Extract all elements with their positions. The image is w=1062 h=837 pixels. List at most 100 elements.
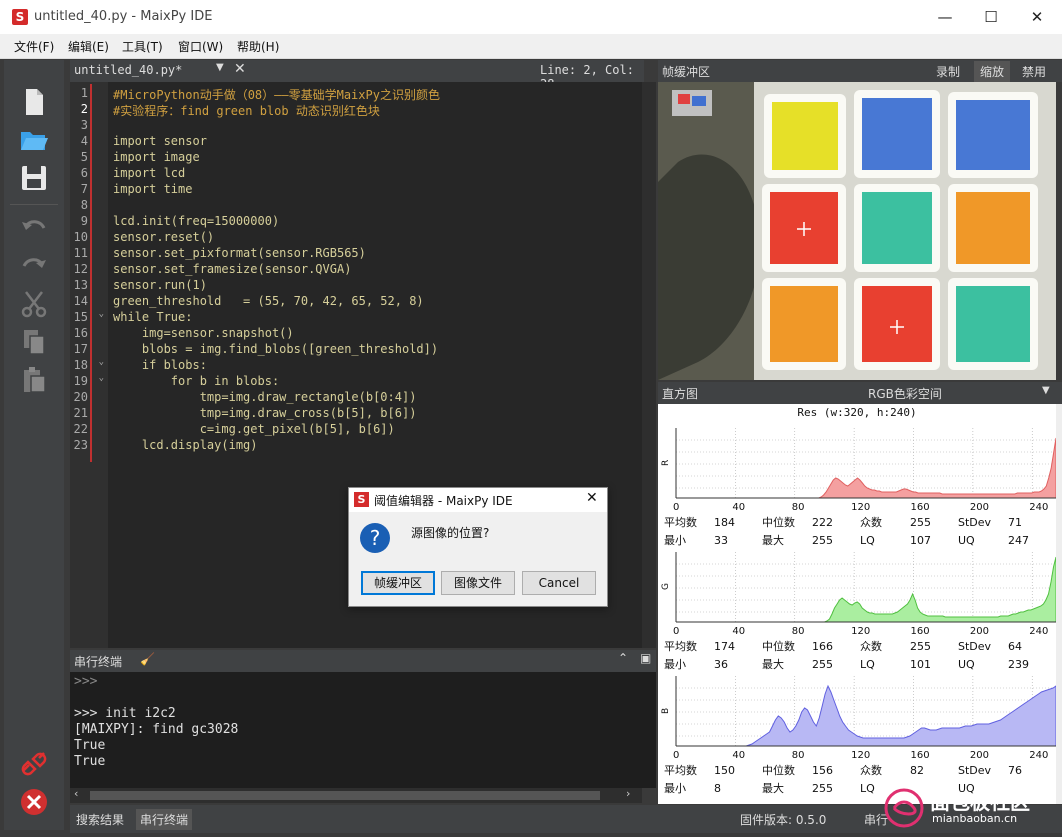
code-line: tmp=img.draw_cross(b[5], b[6]): [113, 406, 417, 420]
disable-button[interactable]: 禁用: [1022, 63, 1046, 80]
line-number: 23: [73, 438, 88, 452]
histogram-area-b: [676, 684, 1056, 747]
tab-serial-terminal[interactable]: 串行终端: [136, 809, 193, 830]
code-line: sensor.reset(): [113, 230, 215, 244]
clear-terminal-icon[interactable]: 🧹: [140, 652, 155, 666]
code-line: #实验程序：find green blob 动态识别红色块: [113, 104, 380, 118]
x-tick-label: 0: [673, 626, 679, 637]
fold-icon[interactable]: ⌄: [94, 309, 104, 319]
menu-window[interactable]: 窗口(W): [178, 38, 223, 55]
line-number: 21: [73, 406, 88, 420]
line-number: 13: [73, 278, 88, 292]
menu-file[interactable]: 文件(F): [14, 38, 54, 55]
undo-icon[interactable]: [18, 212, 50, 244]
stat-label-mode: 众数: [860, 764, 882, 777]
editor-scrollbar[interactable]: [642, 82, 656, 648]
fold-icon[interactable]: ⌄: [94, 373, 104, 383]
paste-icon[interactable]: [18, 364, 50, 396]
histogram-area-r: [676, 437, 1056, 499]
stat-label-median: 中位数: [762, 639, 795, 653]
tab-close-icon[interactable]: ✕: [234, 61, 246, 77]
serial-hscrollbar[interactable]: ‹ ›: [70, 787, 642, 803]
cancel-button[interactable]: Cancel: [522, 571, 596, 595]
scroll-left-icon[interactable]: ‹: [74, 787, 78, 800]
framebuffer-button[interactable]: 帧缓冲区: [361, 571, 435, 595]
code-line: import time: [113, 182, 193, 196]
stat-label-mean: 平均数: [664, 640, 697, 653]
menu-edit[interactable]: 编辑(E): [68, 38, 109, 55]
line-number: 19: [73, 374, 88, 388]
maximize-pane-icon[interactable]: ▣: [640, 651, 651, 665]
watermark-logo-icon: [884, 788, 924, 828]
stat-value-mean: 150: [714, 764, 735, 777]
new-file-icon[interactable]: [18, 86, 50, 118]
stat-value-stdev: 71: [1008, 516, 1022, 529]
stat-label-median: 中位数: [762, 515, 795, 529]
line-number: 16: [73, 326, 88, 340]
open-folder-icon[interactable]: [18, 124, 50, 156]
watermark-text: 面包板社区: [930, 790, 1030, 814]
stat-value-median: 222: [812, 516, 833, 529]
stat-value-mean: 174: [714, 640, 735, 653]
stat-value-lq: 101: [910, 658, 931, 671]
menu-help[interactable]: 帮助(H): [237, 38, 279, 55]
code-line: tmp=img.draw_rectangle(b[0:4]): [113, 390, 417, 404]
framebuffer-image: [658, 82, 1056, 380]
x-tick-label: 0: [673, 750, 679, 761]
save-icon[interactable]: [18, 162, 50, 194]
stat-label-uq: UQ: [958, 534, 975, 547]
maximize-button[interactable]: ☐: [968, 0, 1014, 34]
stat-label-lq: LQ: [860, 782, 875, 795]
stat-label-lq: LQ: [860, 658, 875, 671]
scroll-thumb[interactable]: [90, 791, 600, 800]
dialog-title-bar: S 阈值编辑器 - MaixPy IDE ✕: [349, 488, 607, 512]
stat-label-mean: 平均数: [664, 516, 697, 529]
editor-tab[interactable]: untitled_40.py*: [74, 63, 182, 77]
serial-line: >>> init i2c2: [74, 706, 176, 721]
stat-value-lq: 107: [910, 534, 931, 547]
serial-line: True: [74, 754, 106, 769]
stop-icon[interactable]: [18, 786, 50, 818]
zoom-button[interactable]: 缩放: [974, 61, 1011, 82]
image-file-button[interactable]: 图像文件: [441, 571, 515, 595]
histogram-header: 直方图 RGB色彩空间 ▼: [658, 382, 1062, 404]
serial-terminal-output[interactable]: >>> >>> init i2c2 [MAIXPY]: find gc3028 Tru…: [70, 672, 656, 788]
tab-dropdown-icon[interactable]: ▼: [216, 62, 224, 73]
copy-icon[interactable]: [18, 326, 50, 358]
dialog-close-icon[interactable]: ✕: [586, 490, 598, 506]
stat-label-median: 中位数: [762, 763, 795, 777]
stat-value-min: 36: [714, 658, 728, 671]
stat-value-max: 255: [812, 782, 833, 795]
close-button[interactable]: ✕: [1014, 0, 1060, 34]
code-line: sensor.set_framesize(sensor.QVGA): [113, 262, 352, 276]
x-tick-label: 80: [792, 750, 805, 761]
collapse-icon[interactable]: ⌃: [618, 651, 628, 665]
code-line: blobs = img.find_blobs([green_threshold]…: [113, 342, 439, 356]
histogram-panel: Res (w:320, h:240) R 0 40 80 120 160 200 240 平均数…: [658, 404, 1056, 804]
stat-label-mode: 众数: [860, 516, 882, 529]
menu-tools[interactable]: 工具(T): [122, 38, 163, 55]
colorspace-dropdown-icon[interactable]: ▼: [1042, 385, 1050, 396]
serial-terminal-header: 串行终端 🧹 ⌃ ▣: [70, 650, 656, 672]
code-line: img=sensor.snapshot(): [113, 326, 294, 340]
dialog-logo-icon: S: [354, 492, 369, 507]
y-axis-label: B: [661, 708, 671, 714]
colorspace-select[interactable]: RGB色彩空间: [868, 385, 942, 402]
stat-label-mean: 平均数: [664, 764, 697, 777]
tab-search-results[interactable]: 搜索结果: [76, 811, 124, 828]
connect-icon[interactable]: [18, 748, 50, 780]
scroll-right-icon[interactable]: ›: [626, 787, 630, 800]
histogram-scrollbar[interactable]: [1056, 404, 1062, 804]
stat-value-uq: 239: [1008, 658, 1029, 671]
histogram-charts: R0 40 80 120 160 200 240平均数 184 中位数 222 众数 255 StDev…: [661, 428, 1056, 795]
watermark-url: mianbaoban.cn: [932, 812, 1018, 825]
minimize-button[interactable]: —: [922, 0, 968, 34]
record-button[interactable]: 录制: [936, 63, 960, 80]
redo-icon[interactable]: [18, 250, 50, 282]
line-number: 3: [80, 118, 88, 132]
line-number: 15: [73, 310, 88, 324]
stat-value-mode: 82: [910, 764, 924, 777]
fold-icon[interactable]: ⌄: [94, 357, 104, 367]
stat-label-lq: LQ: [860, 534, 875, 547]
cut-icon[interactable]: [18, 288, 50, 320]
